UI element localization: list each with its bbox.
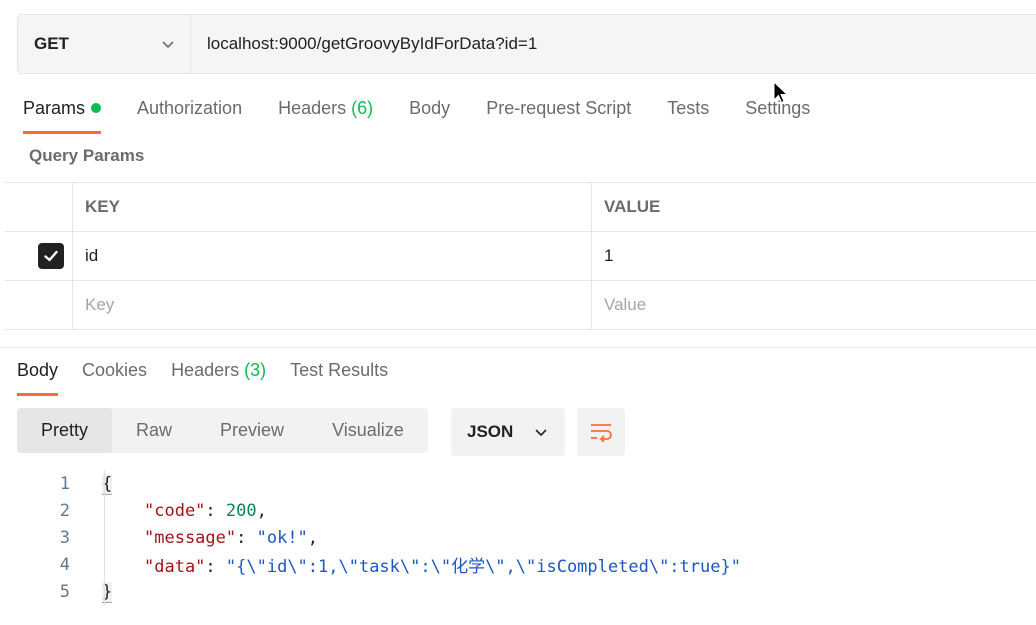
response-tabs: Body Cookies Headers (3) Test Results (17, 360, 412, 396)
new-key-input[interactable]: Key (73, 281, 592, 329)
line-number: 5 (59, 581, 70, 602)
param-key-input[interactable]: id (73, 232, 592, 280)
indent-guide (100, 578, 130, 605)
query-params-title: Query Params (29, 146, 145, 165)
tab-headers[interactable]: Headers (6) (278, 96, 373, 136)
code-line: 1 { (0, 470, 1036, 497)
json-key: "message" (144, 527, 237, 548)
indent-guide (100, 470, 130, 497)
code-line: 4 "data": "{\"id\":1,\"task\":\"化学\",\"i… (0, 551, 1036, 578)
table-header-row: KEY VALUE (5, 183, 1036, 232)
tab-tests[interactable]: Tests (667, 96, 709, 136)
indent-guide (100, 524, 130, 551)
tab-authorization[interactable]: Authorization (137, 96, 242, 136)
preview-button[interactable]: Preview (196, 408, 308, 453)
wrap-lines-button[interactable] (577, 408, 625, 456)
header-check-cell (5, 183, 73, 231)
tab-test-results[interactable]: Test Results (290, 360, 388, 396)
language-label: JSON (467, 422, 514, 441)
method-select[interactable]: GET (18, 15, 191, 73)
chevron-down-icon (162, 41, 174, 49)
tab-cookies[interactable]: Cookies (82, 360, 147, 396)
request-tabs: Params Authorization Headers (6) Body Pr… (23, 96, 846, 136)
headers-count: (6) (351, 98, 374, 118)
response-headers-count: (3) (244, 360, 267, 380)
value-column-header: VALUE (604, 197, 661, 216)
key-column-header: KEY (73, 183, 592, 231)
format-mode-group: Pretty Raw Preview Visualize (17, 408, 428, 453)
indent-guide (100, 497, 130, 524)
line-number: 4 (59, 554, 70, 575)
code-line: 3 "message": "ok!", (0, 524, 1036, 551)
json-value: "ok!" (256, 527, 308, 548)
code-line: 2 "code": 200, (0, 497, 1036, 524)
line-number: 1 (59, 473, 70, 494)
tab-response-headers[interactable]: Headers (3) (171, 360, 266, 396)
json-value: 200 (225, 500, 257, 521)
json-value: "{\"id\":1,\"task\":\"化学\",\"isCompleted… (225, 557, 741, 577)
param-value-input[interactable]: 1 (592, 232, 1036, 280)
language-select[interactable]: JSON (451, 408, 565, 456)
row-check-cell (5, 232, 73, 280)
url-input[interactable]: localhost:9000/getGroovyByIdForData?id=1 (191, 34, 1036, 54)
wrap-lines-icon (591, 424, 612, 442)
tab-response-body[interactable]: Body (17, 360, 59, 396)
params-table: KEY VALUE id 1 Key Value (5, 182, 1036, 330)
status-dot-icon (91, 103, 102, 114)
mouse-cursor-icon (773, 81, 789, 104)
json-key: "data" (144, 557, 206, 577)
url-bar: GET localhost:9000/getGroovyByIdForData?… (17, 14, 1036, 74)
pretty-button[interactable]: Pretty (17, 408, 113, 453)
tab-label: Headers (171, 360, 240, 380)
param-checkbox[interactable] (37, 243, 64, 269)
response-body-code: 1 { 2 "code": 200, 3 "message": "ok!", 4… (0, 470, 1036, 605)
code-line: 5 } (0, 578, 1036, 605)
chevron-down-icon (535, 429, 547, 437)
pane-divider[interactable] (0, 347, 1036, 348)
empty-check-cell (5, 281, 73, 329)
check-icon (43, 250, 58, 262)
line-number: 3 (59, 527, 70, 548)
visualize-button[interactable]: Visualize (308, 408, 428, 453)
json-key: "code" (144, 500, 206, 521)
table-row-empty: Key Value (5, 281, 1036, 330)
line-number: 2 (59, 500, 70, 521)
method-label: GET (34, 34, 69, 53)
tab-label: Params (23, 98, 86, 118)
new-value-input[interactable]: Value (592, 281, 1036, 329)
table-row: id 1 (5, 232, 1036, 281)
raw-button[interactable]: Raw (112, 408, 196, 453)
tab-pre-request-script[interactable]: Pre-request Script (486, 96, 631, 136)
indent-guide (100, 551, 130, 578)
tab-params[interactable]: Params (23, 96, 102, 136)
tab-body[interactable]: Body (409, 96, 450, 136)
tab-label: Headers (278, 98, 347, 118)
